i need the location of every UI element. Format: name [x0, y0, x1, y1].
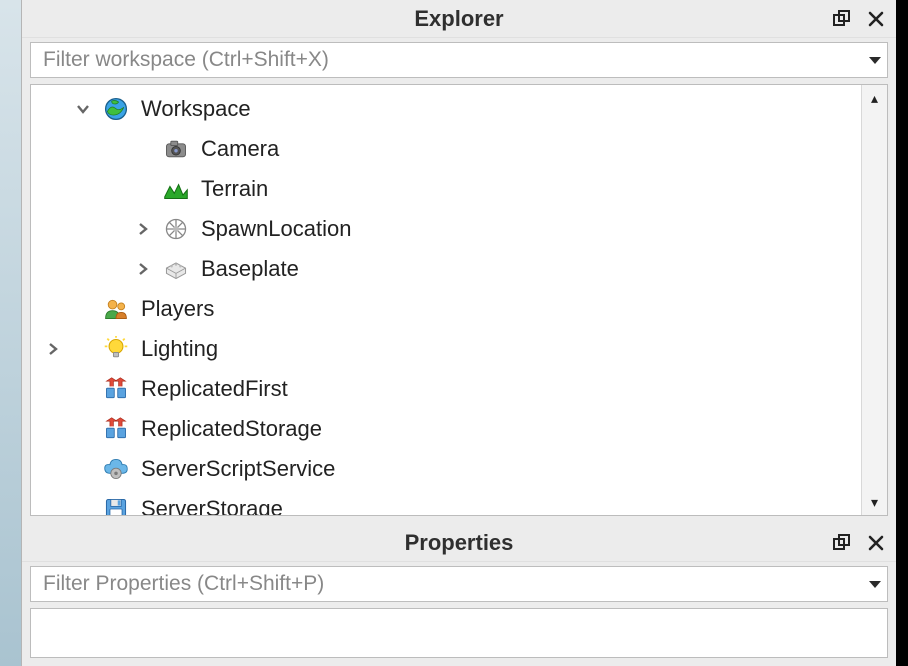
explorer-tree: Workspace Camera [30, 84, 888, 516]
close-icon[interactable] [866, 9, 886, 29]
properties-filter-input[interactable] [41, 571, 859, 597]
tree-label: Workspace [141, 96, 251, 122]
undock-icon[interactable] [832, 533, 852, 553]
tree-label: Lighting [141, 336, 218, 362]
spawn-icon [161, 214, 191, 244]
explorer-filter-input[interactable] [41, 47, 859, 73]
tree-label: ReplicatedFirst [141, 376, 288, 402]
tree-label: Baseplate [201, 256, 299, 282]
undock-icon-svg [833, 10, 851, 28]
properties-header: Properties [22, 524, 896, 562]
tree-label: SpawnLocation [201, 216, 351, 242]
expander-spawnlocation[interactable] [131, 217, 155, 241]
properties-tree [30, 608, 888, 658]
scroll-down-icon[interactable]: ▾ [862, 489, 888, 515]
tree-label: Players [141, 296, 214, 322]
tree-row-lighting[interactable]: Lighting [31, 329, 861, 369]
viewport-gutter [0, 0, 22, 666]
tree-row-replicatedfirst[interactable]: ReplicatedFirst [31, 369, 861, 409]
tree-row-serverstorage[interactable]: ServerStorage [31, 489, 861, 515]
tree-row-players[interactable]: Players [31, 289, 861, 329]
chevron-down-icon [869, 581, 881, 588]
chevron-right-icon [46, 342, 60, 356]
expander-workspace[interactable] [71, 97, 95, 121]
tree-label: Camera [201, 136, 279, 162]
tree-label: ServerScriptService [141, 456, 335, 482]
explorer-filter-row [22, 38, 896, 84]
chevron-down-icon [869, 57, 881, 64]
chevron-right-icon [136, 262, 150, 276]
explorer-filter-dropdown-icon[interactable] [869, 43, 881, 77]
explorer-title: Explorer [414, 6, 503, 32]
tree-label: Terrain [201, 176, 268, 202]
replicated-icon [101, 374, 131, 404]
properties-filter-row [22, 562, 896, 608]
tree-row-camera[interactable]: Camera [31, 129, 861, 169]
window-edge [896, 0, 908, 666]
players-icon [101, 294, 131, 324]
explorer-filter-box[interactable] [30, 42, 888, 78]
properties-filter-dropdown-icon[interactable] [869, 567, 881, 601]
tree-row-replicatedstorage[interactable]: ReplicatedStorage [31, 409, 861, 449]
chevron-down-icon [76, 102, 90, 116]
tree-label: ReplicatedStorage [141, 416, 322, 442]
floppy-icon [101, 494, 131, 515]
scroll-up-icon[interactable]: ▴ [862, 85, 888, 111]
camera-icon [161, 134, 191, 164]
tree-label: ServerStorage [141, 496, 283, 515]
terrain-icon [161, 174, 191, 204]
replicated-storage-icon [101, 414, 131, 444]
properties-title: Properties [405, 530, 514, 556]
undock-icon-svg [833, 534, 851, 552]
expander-lighting[interactable] [41, 337, 65, 361]
tree-row-terrain[interactable]: Terrain [31, 169, 861, 209]
explorer-scrollbar[interactable]: ▴ ▾ [861, 85, 887, 515]
cloud-gear-icon [101, 454, 131, 484]
tree-row-spawnlocation[interactable]: SpawnLocation [31, 209, 861, 249]
globe-icon [101, 94, 131, 124]
part-icon [161, 254, 191, 284]
tree-row-serverscriptservice[interactable]: ServerScriptService [31, 449, 861, 489]
lightbulb-icon [101, 334, 131, 364]
explorer-header: Explorer [22, 0, 896, 38]
tree-row-baseplate[interactable]: Baseplate [31, 249, 861, 289]
properties-filter-box[interactable] [30, 566, 888, 602]
tree-row-workspace[interactable]: Workspace [31, 89, 861, 129]
chevron-right-icon [136, 222, 150, 236]
expander-baseplate[interactable] [131, 257, 155, 281]
close-icon[interactable] [866, 533, 886, 553]
undock-icon[interactable] [832, 9, 852, 29]
